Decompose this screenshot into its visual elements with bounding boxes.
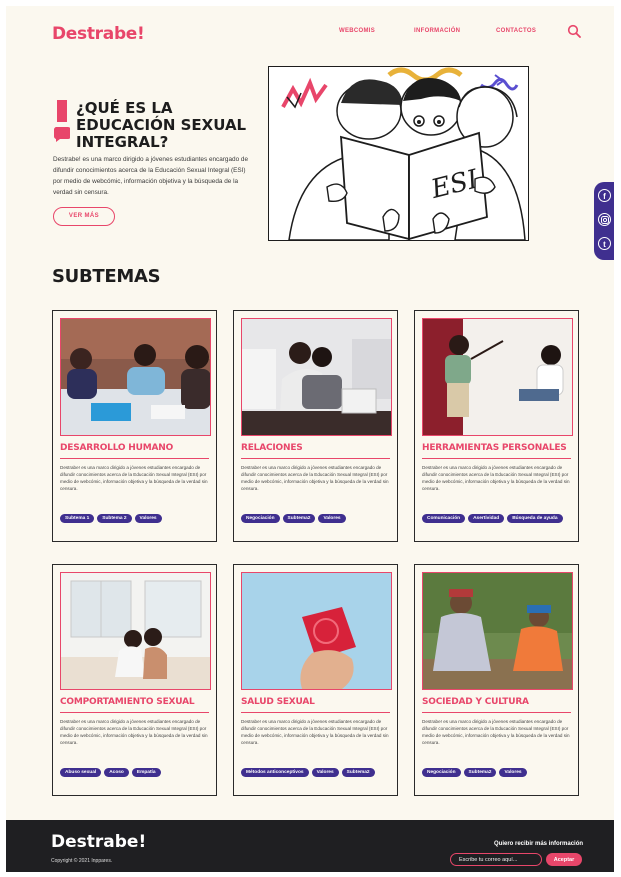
card-comportamiento-sexual[interactable]: COMPORTAMIENTO SEXUAL Destrabe! es una m… (52, 564, 217, 796)
card-title: SOCIEDAD Y CULTURA (422, 697, 529, 707)
newsletter-cta: Quiero recibir más información (494, 841, 584, 847)
card-herramientas-personales[interactable]: HERRAMIENTAS PERSONALES Destrabe! es una… (414, 310, 579, 542)
hero-description: Destrabe! es una marco dirigido a jóvene… (53, 156, 249, 196)
tag[interactable]: Empatía (131, 768, 161, 777)
tumblr-icon[interactable]: t (598, 237, 611, 250)
tag[interactable]: Negociación (241, 514, 280, 523)
card-divider (422, 458, 571, 459)
tag[interactable]: Subtema2 (463, 768, 497, 777)
card-description: Destrabe! es una marco dirigido a jóvene… (241, 719, 389, 745)
exclamation-icon (54, 100, 70, 142)
card-description: Destrabe! es una marco dirigido a jóvene… (60, 719, 208, 745)
tag[interactable]: Acoso (104, 768, 129, 777)
tag[interactable]: Valores (499, 768, 527, 777)
tag[interactable]: Subtema 2 (97, 514, 132, 523)
card-photo (422, 572, 573, 690)
card-sociedad-y-cultura[interactable]: SOCIEDAD Y CULTURA Destrabe! es una marc… (414, 564, 579, 796)
nav-contactos[interactable]: CONTACTOS (496, 28, 536, 34)
hero-comic-illustration: ESI (268, 66, 529, 241)
card-photo (241, 318, 392, 436)
card-title: RELACIONES (241, 443, 303, 453)
card-photo (60, 572, 211, 690)
tag[interactable]: Comunicación (422, 514, 466, 523)
email-input[interactable] (450, 853, 542, 866)
tag[interactable]: Subtema2 (282, 514, 316, 523)
card-tags: Subtema 1 Subtema 2 Valores (60, 506, 212, 527)
tag[interactable]: Abuso sexual (60, 768, 102, 777)
page: Destrabe! WEBCOMIS INFORMACIÓN CONTACTOS… (6, 6, 614, 872)
hero-title: ¿QUÉ ES LA EDUCACIÓN SEXUAL INTEGRAL? (76, 99, 247, 151)
tag[interactable]: Subtema2 (341, 768, 375, 777)
copyright: Copyright © 2021 Inppares. (51, 858, 113, 864)
card-title: SALUD SEXUAL (241, 697, 315, 707)
accept-button[interactable]: Aceptar (546, 853, 582, 866)
card-tags: Comunicación Asertividad Búsqueda de ayuda (422, 506, 574, 527)
tag[interactable]: Valores (318, 514, 346, 523)
tag[interactable]: Negociación (422, 768, 461, 777)
card-divider (60, 458, 209, 459)
card-title: COMPORTAMIENTO SEXUAL (60, 697, 195, 707)
instagram-icon[interactable] (598, 213, 611, 226)
card-divider (422, 712, 571, 713)
tag[interactable]: Métodos anticonceptivos (241, 768, 309, 777)
footer-logo[interactable]: Destrabe! (51, 832, 146, 852)
card-description: Destrabe! es una marco dirigido a jóvene… (60, 465, 208, 491)
nav-webcomis[interactable]: WEBCOMIS (339, 28, 375, 34)
tag[interactable]: Valores (311, 768, 339, 777)
card-title: HERRAMIENTAS PERSONALES (422, 443, 567, 453)
card-divider (241, 458, 390, 459)
footer: Destrabe! Copyright © 2021 Inppares. Qui… (6, 820, 614, 872)
facebook-icon[interactable]: f (598, 189, 611, 202)
subtemas-title: SUBTEMAS (52, 266, 161, 287)
card-photo (422, 318, 573, 436)
nav-informacion[interactable]: INFORMACIÓN (414, 28, 460, 34)
card-tags: Abuso sexual Acoso Empatía (60, 760, 212, 781)
card-divider (241, 712, 390, 713)
card-divider (60, 712, 209, 713)
card-photo (241, 572, 392, 690)
tag[interactable]: Subtema 1 (60, 514, 95, 523)
logo[interactable]: Destrabe! (52, 24, 145, 44)
tag[interactable]: Asertividad (468, 514, 505, 523)
card-tags: Negociación Subtema2 Valores (422, 760, 574, 781)
card-description: Destrabe! es una marco dirigido a jóvene… (241, 465, 389, 491)
card-title: DESARROLLO HUMANO (60, 443, 174, 453)
tag[interactable]: Valores (134, 514, 162, 523)
social-sidebar: f t (594, 182, 614, 260)
card-desarrollo-humano[interactable]: DESARROLLO HUMANO Destrabe! es una marco… (52, 310, 217, 542)
tag[interactable]: Búsqueda de ayuda (507, 514, 563, 523)
card-description: Destrabe! es una marco dirigido a jóvene… (422, 465, 570, 491)
ver-mas-button[interactable]: VER MÁS (53, 207, 115, 226)
card-relaciones[interactable]: RELACIONES Destrabe! es una marco dirigi… (233, 310, 398, 542)
card-salud-sexual[interactable]: SALUD SEXUAL Destrabe! es una marco diri… (233, 564, 398, 796)
card-photo (60, 318, 211, 436)
card-description: Destrabe! es una marco dirigido a jóvene… (422, 719, 570, 745)
search-icon[interactable] (567, 24, 581, 38)
card-tags: Métodos anticonceptivos Valores Subtema2 (241, 760, 393, 781)
card-tags: Negociación Subtema2 Valores (241, 506, 393, 527)
